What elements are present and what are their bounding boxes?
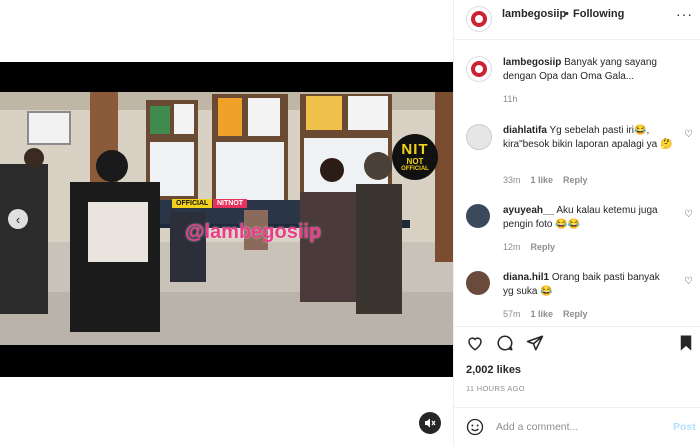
comment-age: 57m xyxy=(503,309,521,319)
nitnot-tag: NITNOT xyxy=(213,199,248,208)
caption-avatar[interactable] xyxy=(466,56,492,82)
caption-username[interactable]: lambegosiip xyxy=(503,57,561,68)
post-actions: 2,002 likes 11 HOURS AGO Add a comment..… xyxy=(454,326,700,447)
comment-username[interactable]: diahlatifa xyxy=(503,125,547,136)
ellipsis-icon[interactable]: ··· xyxy=(676,6,693,22)
comment-age: 12m xyxy=(503,242,521,252)
official-tag: OFFICIAL xyxy=(172,199,213,208)
post-button[interactable]: Post xyxy=(673,421,696,433)
commenter-avatar[interactable] xyxy=(466,271,490,295)
post-header: lambegosiip • Following ··· xyxy=(454,0,700,40)
previous-button[interactable]: ‹ xyxy=(8,209,28,229)
commenter-avatar[interactable] xyxy=(466,204,490,228)
header-separator: • xyxy=(565,8,569,20)
caption-age: 11h xyxy=(503,94,518,104)
reply-button[interactable]: Reply xyxy=(563,309,588,319)
heart-icon[interactable]: ♡ xyxy=(684,129,693,140)
comment-age: 33m xyxy=(503,175,521,185)
mute-button[interactable] xyxy=(419,412,441,434)
comment-bubble-icon[interactable] xyxy=(496,334,514,352)
add-comment-row: Add a comment... Post xyxy=(454,407,700,448)
comment-likes[interactable]: 1 like xyxy=(531,175,554,185)
commenter-avatar[interactable] xyxy=(466,124,492,150)
share-send-icon[interactable] xyxy=(526,334,544,352)
comment-username[interactable]: ayuyeah__ xyxy=(503,205,554,216)
like-heart-icon[interactable] xyxy=(466,334,484,352)
post-timestamp: 11 HOURS AGO xyxy=(466,384,525,393)
chevron-left-icon: ‹ xyxy=(15,211,21,227)
reply-button[interactable]: Reply xyxy=(563,175,588,185)
post-side-panel: lambegosiip • Following ··· lambegosiip … xyxy=(453,0,700,446)
logo-text-official: OFFICIAL xyxy=(401,165,429,172)
video-player[interactable]: NIT NOT OFFICIAL xyxy=(0,62,453,377)
likes-count[interactable]: 2,002 likes xyxy=(466,364,521,376)
add-comment-input[interactable]: Add a comment... xyxy=(496,421,578,433)
video-scene xyxy=(0,92,453,345)
reply-button[interactable]: Reply xyxy=(531,242,556,252)
comment-username[interactable]: diana.hil1 xyxy=(503,272,549,283)
heart-icon[interactable]: ♡ xyxy=(684,276,693,287)
logo-text-not: NOT xyxy=(406,156,424,166)
post-media: NIT NOT OFFICIAL OFFICIAL NITNOT @lambeg… xyxy=(0,0,453,446)
heart-icon[interactable]: ♡ xyxy=(684,209,693,220)
author-avatar[interactable] xyxy=(466,6,492,32)
video-frame xyxy=(0,92,453,345)
handle-watermark: @lambegosiip xyxy=(185,221,322,243)
speaker-muted-icon xyxy=(425,418,436,428)
smiley-icon[interactable] xyxy=(466,418,484,436)
following-button[interactable]: Following xyxy=(573,8,624,20)
logo-text-nit: NIT xyxy=(401,140,429,158)
comment-likes[interactable]: 1 like xyxy=(531,309,554,319)
save-bookmark-icon[interactable] xyxy=(678,334,694,352)
author-username[interactable]: lambegosiip xyxy=(502,8,566,20)
nitnot-logo-watermark: NIT NOT OFFICIAL xyxy=(392,134,438,180)
